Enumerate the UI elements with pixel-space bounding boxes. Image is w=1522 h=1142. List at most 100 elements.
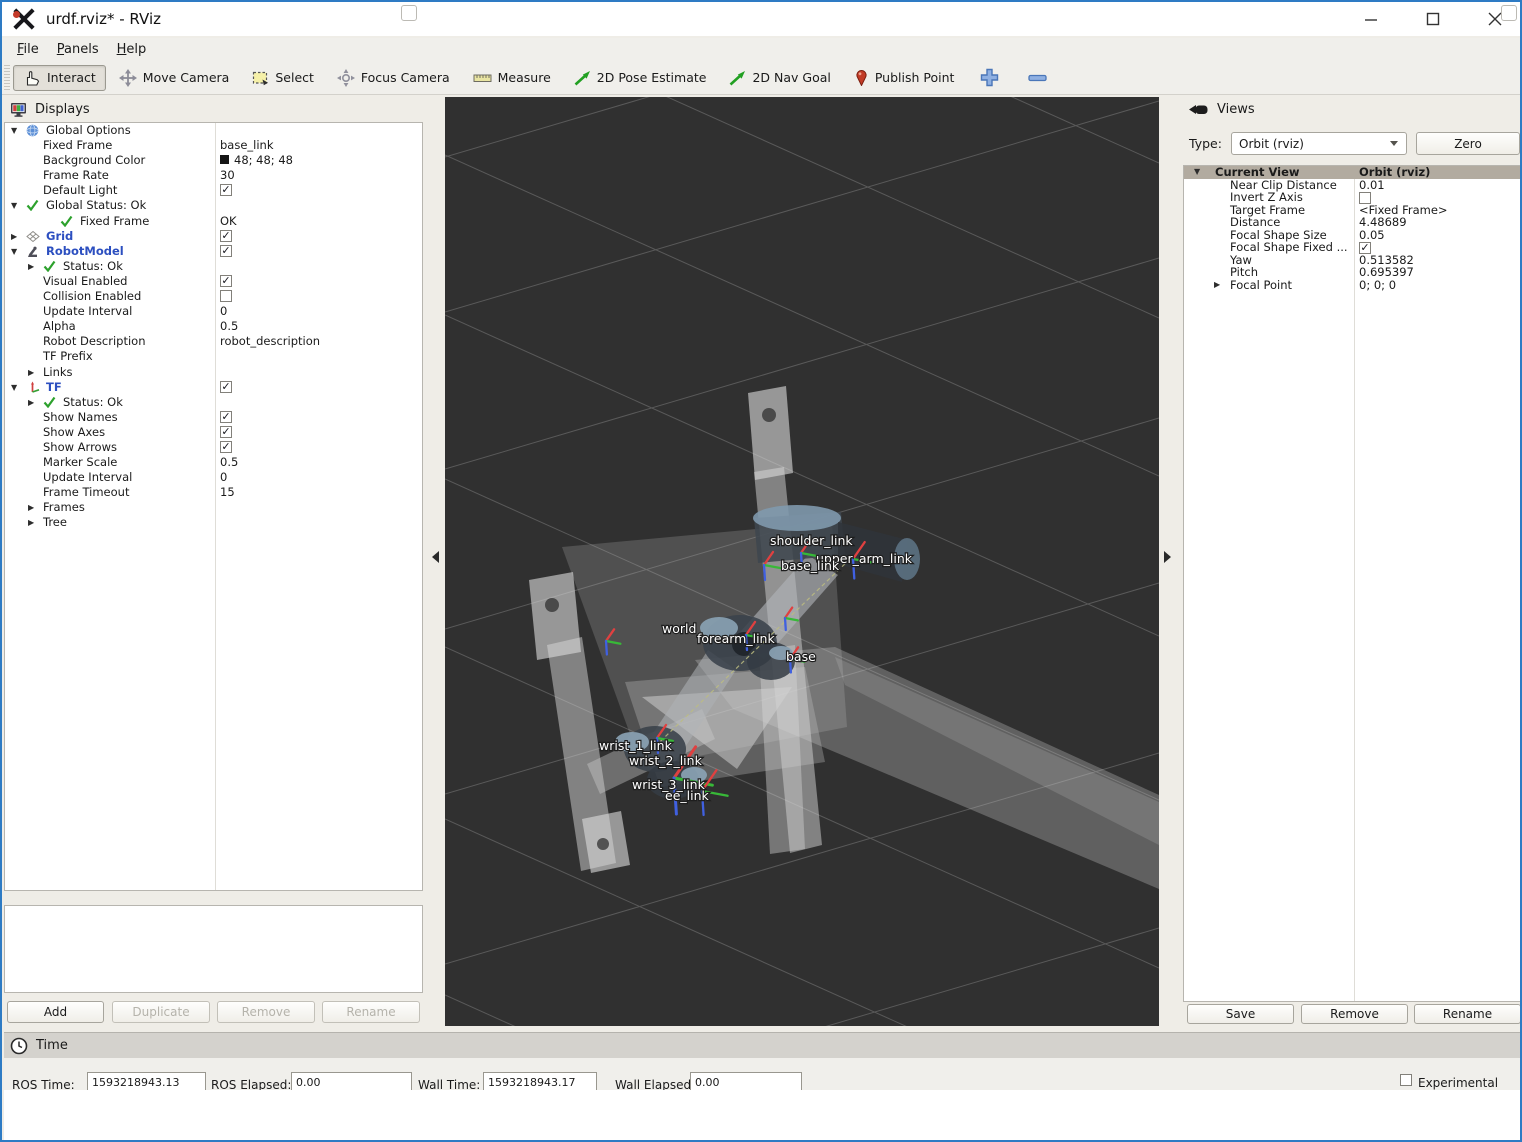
row-value[interactable]: 15 (220, 485, 235, 500)
tree-row-status-ok[interactable]: ▶Status: Ok (5, 259, 422, 274)
tool-2d-pose-estimate[interactable]: 2D Pose Estimate (564, 65, 717, 91)
row-value[interactable]: robot_description (220, 334, 320, 349)
row-value[interactable]: 0 (220, 304, 227, 319)
tool-minus-icon[interactable] (1015, 69, 1060, 87)
minimize-button[interactable] (1354, 5, 1388, 33)
views-float-button[interactable] (1501, 5, 1517, 21)
tree-row-status-ok[interactable]: ▶Status: Ok (5, 395, 422, 410)
row-value[interactable]: 48; 48; 48 (220, 153, 293, 168)
checkbox-checked[interactable]: ✓ (220, 411, 232, 423)
tool-plus-icon[interactable] (967, 63, 1012, 92)
tree-row-global-options[interactable]: ▼Global Options (5, 123, 422, 138)
tree-row-distance[interactable]: Distance4.48689 (1184, 216, 1521, 229)
expand-arrow-icon[interactable]: ▶ (11, 229, 17, 244)
view-type-dropdown[interactable]: Orbit (rviz) (1231, 132, 1407, 155)
tool-select[interactable]: Select (242, 65, 324, 91)
tree-row-fixed-frame[interactable]: Fixed FrameOK (5, 214, 422, 229)
tree-row-show-arrows[interactable]: Show Arrows✓ (5, 440, 422, 455)
checkbox-checked[interactable]: ✓ (220, 184, 232, 196)
checkbox-unchecked[interactable] (220, 290, 232, 302)
maximize-button[interactable] (1416, 5, 1450, 33)
collapse-arrow-icon[interactable]: ▼ (11, 123, 17, 138)
tree-row-show-axes[interactable]: Show Axes✓ (5, 425, 422, 440)
tree-row-tf[interactable]: ▼TF✓ (5, 380, 422, 395)
tree-row-alpha[interactable]: Alpha0.5 (5, 319, 422, 334)
remove-button[interactable]: Remove (217, 1001, 315, 1023)
displays-panel-header[interactable]: Displays (4, 97, 423, 122)
title-bar[interactable]: urdf.rviz* - RViz (2, 2, 1520, 36)
checkbox-checked[interactable]: ✓ (220, 426, 232, 438)
menu-item-panels[interactable]: Panels (48, 40, 108, 59)
checkbox-checked[interactable]: ✓ (220, 275, 232, 287)
collapse-arrow-icon[interactable]: ▼ (11, 244, 17, 259)
experimental-checkbox[interactable] (1400, 1074, 1412, 1086)
rename-button[interactable]: Rename (322, 1001, 420, 1023)
tree-row-collision-enabled[interactable]: Collision Enabled (5, 289, 422, 304)
row-value[interactable]: 0 (220, 470, 227, 485)
tool-measure[interactable]: Measure (463, 65, 561, 90)
tree-row-global-status-ok[interactable]: ▼Global Status: Ok (5, 198, 422, 213)
toolbar-drag-handle[interactable] (4, 65, 10, 91)
collapse-arrow-icon[interactable]: ▼ (1194, 166, 1200, 179)
tree-row-frames[interactable]: ▶Frames (5, 500, 422, 515)
tree-row-focal-point[interactable]: ▶Focal Point0; 0; 0 (1184, 279, 1521, 292)
row-value[interactable]: 0; 0; 0 (1359, 279, 1396, 292)
collapse-arrow-icon[interactable]: ▼ (11, 380, 17, 395)
checkbox-checked[interactable]: ✓ (220, 381, 232, 393)
expand-arrow-icon[interactable]: ▶ (28, 259, 34, 274)
row-value[interactable]: 30 (220, 168, 235, 183)
tree-row-tree[interactable]: ▶Tree (5, 515, 422, 530)
row-value[interactable]: 0.05 (1359, 229, 1385, 242)
expand-arrow-icon[interactable]: ▶ (1214, 279, 1220, 292)
zero-button[interactable]: Zero (1416, 132, 1520, 155)
tool-publish-point[interactable]: Publish Point (844, 64, 965, 91)
tree-row-visual-enabled[interactable]: Visual Enabled✓ (5, 274, 422, 289)
rename-button[interactable]: Rename (1414, 1004, 1521, 1024)
tree-row-links[interactable]: ▶Links (5, 365, 422, 380)
tree-row-frame-timeout[interactable]: Frame Timeout15 (5, 485, 422, 500)
expand-arrow-icon[interactable]: ▶ (28, 395, 34, 410)
time-panel-header[interactable]: Time (4, 1032, 1522, 1058)
tree-row-frame-rate[interactable]: Frame Rate30 (5, 168, 422, 183)
collapse-left-panel-arrow[interactable] (432, 551, 439, 563)
tree-row-robotmodel[interactable]: ▼RobotModel✓ (5, 244, 422, 259)
3d-viewport[interactable]: shoulder_linkupper_arm_linkbase_linkworl… (445, 97, 1159, 1026)
tree-row-default-light[interactable]: Default Light✓ (5, 183, 422, 198)
tree-row-marker-scale[interactable]: Marker Scale0.5 (5, 455, 422, 470)
tree-row-background-color[interactable]: Background Color48; 48; 48 (5, 153, 422, 168)
row-value[interactable]: 0.01 (1359, 179, 1385, 192)
row-value[interactable]: 0.5 (220, 319, 238, 334)
tree-row-focal-shape-fixed-[interactable]: Focal Shape Fixed ...✓ (1184, 241, 1521, 254)
tree-row-current-view[interactable]: ▼Current ViewOrbit (rviz) (1184, 166, 1521, 179)
expand-arrow-icon[interactable]: ▶ (28, 500, 34, 515)
collapse-arrow-icon[interactable]: ▼ (11, 198, 17, 213)
remove-button[interactable]: Remove (1301, 1004, 1408, 1024)
menu-item-file[interactable]: File (8, 40, 48, 59)
tree-row-grid[interactable]: ▶Grid✓ (5, 229, 422, 244)
tree-row-robot-description[interactable]: Robot Descriptionrobot_description (5, 334, 422, 349)
tool-move-camera[interactable]: Move Camera (109, 64, 240, 92)
tree-row-tf-prefix[interactable]: TF Prefix (5, 349, 422, 364)
checkbox-checked[interactable]: ✓ (220, 230, 232, 242)
tool-interact[interactable]: Interact (13, 65, 106, 91)
views-panel-header[interactable]: Views (1183, 97, 1522, 122)
row-value[interactable]: 0.5 (220, 455, 238, 470)
tree-row-invert-z-axis[interactable]: Invert Z Axis (1184, 191, 1521, 204)
tree-row-update-interval[interactable]: Update Interval0 (5, 470, 422, 485)
tool-2d-nav-goal[interactable]: 2D Nav Goal (719, 65, 840, 91)
tree-row-show-names[interactable]: Show Names✓ (5, 410, 422, 425)
checkbox-checked[interactable]: ✓ (220, 245, 232, 257)
tree-row-update-interval[interactable]: Update Interval0 (5, 304, 422, 319)
duplicate-button[interactable]: Duplicate (112, 1001, 210, 1023)
row-value[interactable]: OK (220, 214, 237, 229)
menu-item-help[interactable]: Help (108, 40, 156, 59)
tree-row-fixed-frame[interactable]: Fixed Framebase_link (5, 138, 422, 153)
checkbox-checked[interactable]: ✓ (220, 441, 232, 453)
collapse-right-panel-arrow[interactable] (1164, 551, 1171, 563)
save-button[interactable]: Save (1187, 1004, 1294, 1024)
expand-arrow-icon[interactable]: ▶ (28, 365, 34, 380)
displays-float-button[interactable] (401, 5, 417, 21)
tool-focus-camera[interactable]: Focus Camera (327, 64, 460, 92)
expand-arrow-icon[interactable]: ▶ (28, 515, 34, 530)
add-button[interactable]: Add (7, 1001, 104, 1023)
